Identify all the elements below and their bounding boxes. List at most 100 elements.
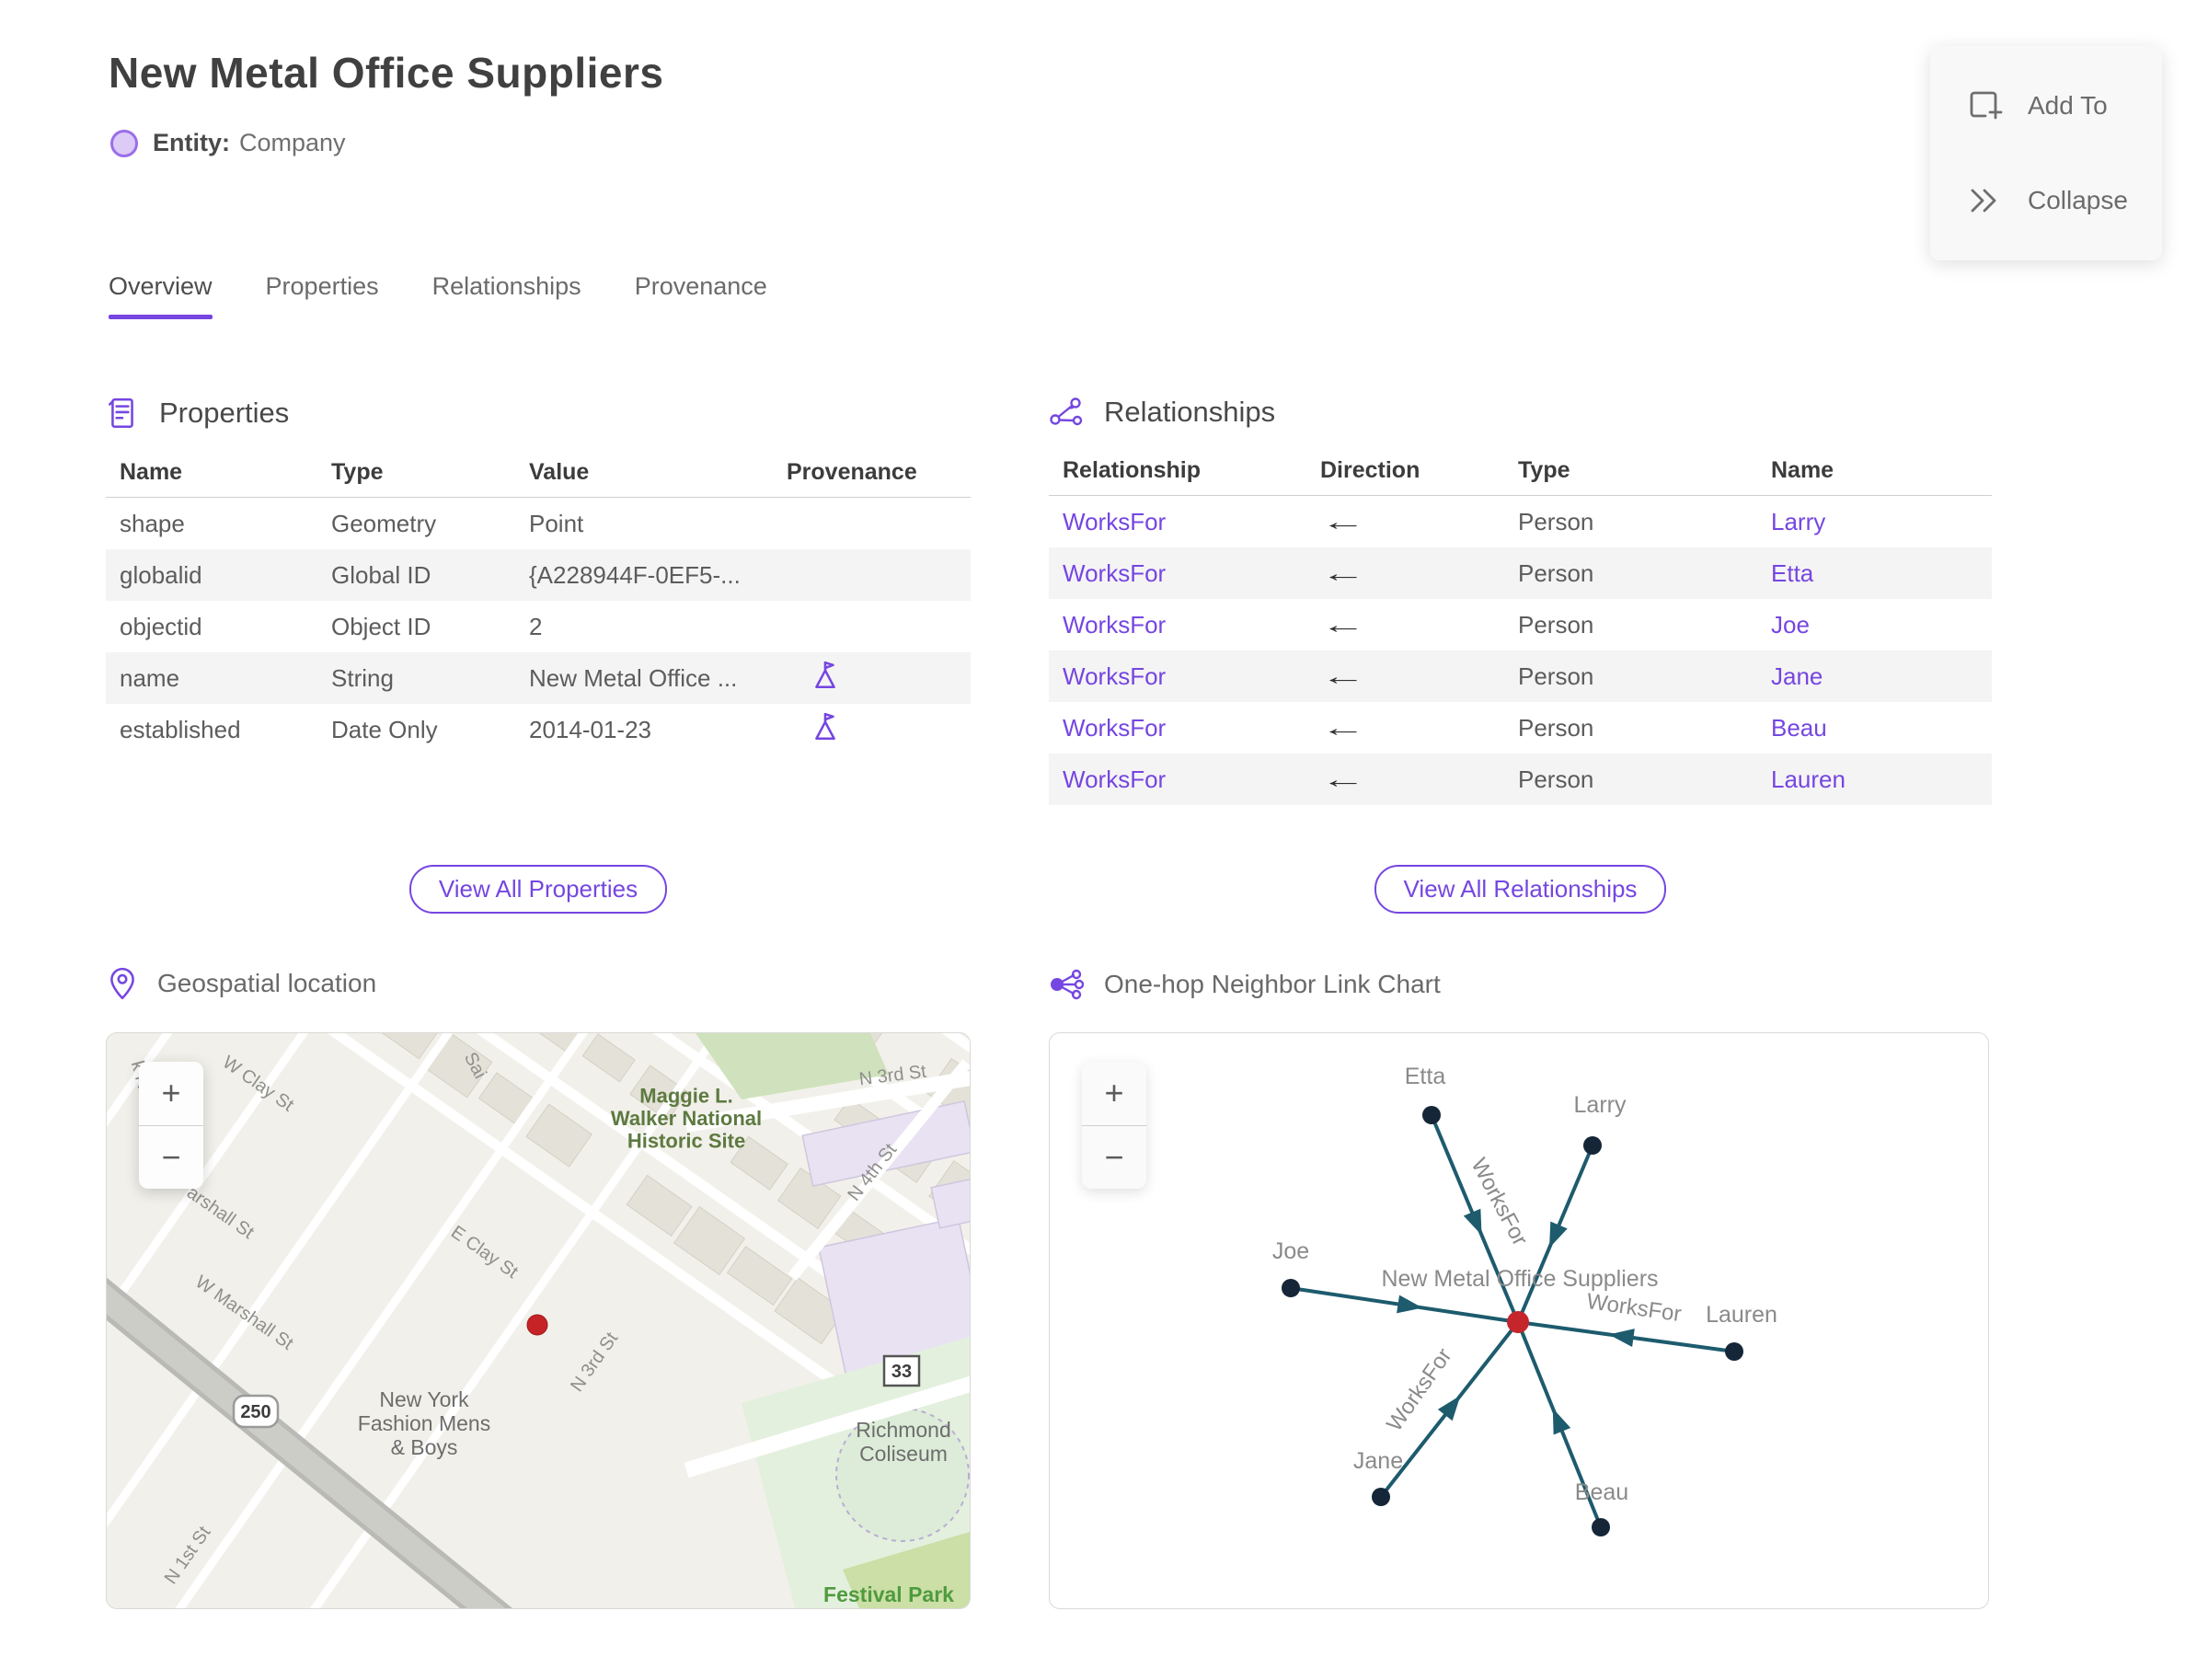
collapse-label: Collapse bbox=[2028, 185, 2128, 214]
node-label: Jane bbox=[1353, 1448, 1403, 1474]
entity-line: Entity: Company bbox=[110, 129, 346, 157]
relationship-link[interactable]: WorksFor bbox=[1049, 765, 1320, 794]
direction-arrow-icon: ← bbox=[1320, 765, 1366, 793]
node-label: Lauren bbox=[1706, 1302, 1777, 1328]
node-Jane[interactable] bbox=[1372, 1488, 1390, 1506]
link-chart-icon bbox=[1051, 969, 1084, 1000]
prop-name: globalid bbox=[120, 560, 202, 589]
center-node-label: New Metal Office Suppliers bbox=[1381, 1266, 1658, 1292]
col-header: Type bbox=[331, 458, 384, 485]
table-row: WorksFor ← Person Beau bbox=[1049, 702, 1992, 754]
action-card: Add To Collapse bbox=[1930, 46, 2162, 260]
table-row: globalid Global ID {A228944F-0EF5-... bbox=[106, 549, 971, 601]
tab-relationships[interactable]: Relationships bbox=[432, 272, 581, 319]
view-all-relationships-button[interactable]: View All Relationships bbox=[1374, 865, 1667, 914]
entity-link[interactable]: Jane bbox=[1771, 662, 1992, 691]
entity-location-marker[interactable] bbox=[526, 1314, 548, 1336]
table-row: WorksFor ← Person Lauren bbox=[1049, 754, 1992, 805]
table-row: WorksFor ← Person Joe bbox=[1049, 599, 1992, 650]
relationship-link[interactable]: WorksFor bbox=[1049, 559, 1320, 588]
node-Beau[interactable] bbox=[1592, 1518, 1610, 1536]
properties-table-header: Name Type Value Provenance bbox=[106, 447, 971, 498]
table-row: objectid Object ID 2 bbox=[106, 601, 971, 652]
entity-label: Entity: bbox=[153, 129, 230, 156]
rel-type: Person bbox=[1518, 610, 1594, 639]
table-row: shape Geometry Point bbox=[106, 498, 971, 549]
entity-link[interactable]: Etta bbox=[1771, 559, 1992, 588]
node-label: Beau bbox=[1575, 1479, 1628, 1505]
one-hop-link-chart-title: One-hop Neighbor Link Chart bbox=[1104, 970, 1441, 998]
prop-type: String bbox=[331, 663, 394, 692]
tab-bar: Overview Properties Relationships Proven… bbox=[109, 272, 767, 319]
prop-type: Geometry bbox=[331, 509, 437, 537]
tab-provenance[interactable]: Provenance bbox=[635, 272, 767, 319]
relationships-table-header: Relationship Direction Type Name bbox=[1049, 445, 1992, 496]
relationship-link[interactable]: WorksFor bbox=[1049, 611, 1320, 639]
tab-properties[interactable]: Properties bbox=[266, 272, 379, 319]
add-to-button[interactable]: Add To bbox=[1930, 86, 2162, 126]
geospatial-location-title: Geospatial location bbox=[157, 969, 377, 997]
chevrons-right-icon bbox=[1971, 189, 1996, 213]
col-header: Direction bbox=[1320, 456, 1420, 483]
edge-arrow-icon bbox=[1552, 1408, 1571, 1435]
chart-zoom-out-button[interactable]: − bbox=[1082, 1124, 1146, 1190]
prop-value: New Metal Office ... bbox=[529, 663, 738, 692]
node-Joe[interactable] bbox=[1282, 1279, 1300, 1297]
col-header: Relationship bbox=[1063, 456, 1202, 483]
map-zoom-out-button[interactable]: − bbox=[139, 1124, 203, 1190]
prop-value: Point bbox=[529, 509, 584, 537]
prop-name: objectid bbox=[120, 612, 202, 640]
entity-link[interactable]: Joe bbox=[1771, 611, 1992, 639]
node-Lauren[interactable] bbox=[1725, 1342, 1743, 1361]
prop-type: Global ID bbox=[331, 560, 431, 589]
node-Etta[interactable] bbox=[1422, 1106, 1441, 1124]
map-zoom-in-button[interactable]: + bbox=[139, 1062, 203, 1125]
entity-type-badge-icon bbox=[110, 129, 138, 157]
collapse-button[interactable]: Collapse bbox=[1930, 180, 2162, 221]
direction-arrow-icon: ← bbox=[1320, 662, 1366, 690]
tab-overview[interactable]: Overview bbox=[109, 272, 213, 319]
properties-section-title: Properties bbox=[159, 397, 290, 429]
relationship-link[interactable]: WorksFor bbox=[1049, 508, 1320, 536]
relationship-link[interactable]: WorksFor bbox=[1049, 662, 1320, 691]
map-pin-icon bbox=[110, 967, 134, 1000]
rel-type: Person bbox=[1518, 662, 1594, 690]
node-Larry[interactable] bbox=[1583, 1136, 1602, 1155]
edge-arrow-icon bbox=[1608, 1329, 1635, 1347]
col-header: Name bbox=[120, 458, 183, 485]
provenance-flag-icon[interactable] bbox=[812, 711, 838, 742]
node-label: Joe bbox=[1272, 1238, 1309, 1264]
chart-zoom-in-button[interactable]: + bbox=[1082, 1062, 1146, 1125]
edge-label: WorksFor bbox=[1585, 1289, 1683, 1327]
relationships-icon bbox=[1050, 397, 1083, 426]
geospatial-map[interactable]: k RdW Clay StSaiN 3rd StMaggie L.Walker … bbox=[106, 1032, 971, 1609]
relationships-section: Relationships Relationship Direction Typ… bbox=[1049, 396, 1992, 805]
col-header: Type bbox=[1518, 456, 1570, 483]
one-hop-link-chart[interactable]: Etta Larry Joe Lauren Jane Beau New Metal Offi… bbox=[1049, 1032, 1989, 1609]
direction-arrow-icon: ← bbox=[1320, 610, 1366, 639]
node-label: Etta bbox=[1405, 1064, 1446, 1089]
table-row: name String New Metal Office ... bbox=[106, 652, 971, 704]
relationships-section-title: Relationships bbox=[1104, 396, 1276, 428]
page-title: New Metal Office Suppliers bbox=[109, 49, 664, 97]
provenance-flag-icon[interactable] bbox=[812, 660, 838, 691]
prop-value: 2 bbox=[529, 612, 543, 640]
map-label: Richmond Coliseum bbox=[856, 1418, 951, 1466]
add-to-label: Add To bbox=[2028, 91, 2108, 121]
table-row: WorksFor ← Person Jane bbox=[1049, 650, 1992, 702]
chart-zoom-control: + − bbox=[1082, 1062, 1146, 1189]
rel-type: Person bbox=[1518, 765, 1594, 793]
entity-link[interactable]: Larry bbox=[1771, 508, 1992, 536]
col-header: Value bbox=[529, 458, 590, 485]
prop-name: shape bbox=[120, 509, 185, 537]
entity-link[interactable]: Beau bbox=[1771, 714, 1992, 742]
edge-arrow-icon bbox=[1397, 1295, 1423, 1314]
view-all-properties-button[interactable]: View All Properties bbox=[408, 865, 668, 914]
relationship-link[interactable]: WorksFor bbox=[1049, 714, 1320, 742]
node-center[interactable] bbox=[1507, 1311, 1529, 1333]
rel-type: Person bbox=[1518, 558, 1594, 587]
node-label: Larry bbox=[1574, 1092, 1627, 1118]
edge-label: WorksFor bbox=[1466, 1154, 1532, 1249]
entity-link[interactable]: Lauren bbox=[1771, 765, 1992, 794]
map-zoom-control: + − bbox=[139, 1062, 203, 1189]
